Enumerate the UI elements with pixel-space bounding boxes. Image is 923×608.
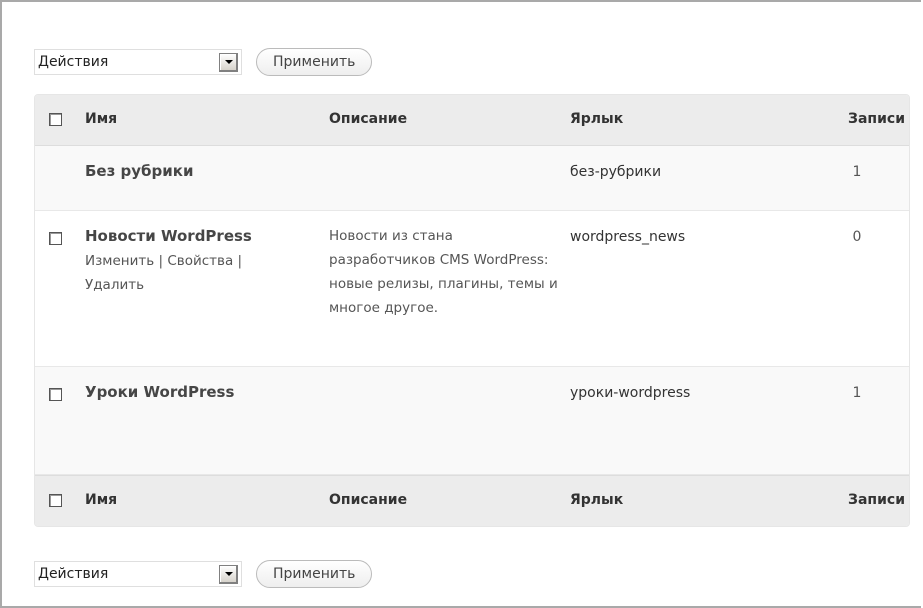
category-post-count[interactable]: 1: [827, 385, 887, 401]
table-row: Новости WordPress Изменить | Свойства | У…: [35, 211, 909, 367]
category-name-link[interactable]: Без рубрики: [85, 162, 193, 180]
bulk-actions-select-top[interactable]: Действия: [34, 49, 242, 75]
column-name-footer[interactable]: Имя: [85, 492, 117, 508]
row-checkbox[interactable]: [49, 232, 62, 245]
row-actions: Изменить | Свойства | Удалить: [85, 249, 305, 297]
table-header: Имя Описание Ярлык Записи: [35, 95, 909, 146]
chevron-down-icon[interactable]: [219, 52, 238, 72]
categories-panel: Действия Применить Имя Описание Ярлык За…: [0, 0, 921, 608]
row-checkbox[interactable]: [49, 388, 62, 401]
chevron-down-icon[interactable]: [219, 564, 238, 584]
category-slug: без-рубрики: [570, 164, 662, 180]
column-description-header[interactable]: Описание: [329, 111, 407, 127]
edit-link[interactable]: Изменить: [85, 253, 154, 269]
table-row: Уроки WordPress уроки-wordpress 1: [35, 367, 909, 475]
categories-table: Имя Описание Ярлык Записи Без рубрики бе…: [34, 94, 910, 527]
select-all-checkbox[interactable]: [49, 113, 62, 126]
category-slug: уроки-wordpress: [570, 385, 691, 401]
select-all-checkbox-footer[interactable]: [49, 494, 62, 507]
column-slug-footer[interactable]: Ярлык: [570, 492, 623, 508]
column-posts-header[interactable]: Записи: [805, 111, 905, 127]
bulk-actions-select-value: Действия: [38, 54, 109, 70]
row-actions-separator: |: [233, 253, 243, 269]
table-footer: Имя Описание Ярлык Записи: [35, 475, 909, 526]
column-slug-header[interactable]: Ярлык: [570, 111, 623, 127]
apply-button-bottom[interactable]: Применить: [256, 560, 373, 588]
category-post-count[interactable]: 1: [827, 164, 887, 180]
properties-link[interactable]: Свойства: [167, 253, 233, 269]
bulk-actions-bottom: Действия Применить: [34, 560, 373, 588]
row-actions-separator: |: [154, 253, 168, 269]
column-name-header[interactable]: Имя: [85, 111, 117, 127]
category-post-count[interactable]: 0: [827, 229, 887, 245]
category-description: Новости из стана разработчиков CMS WordP…: [329, 228, 558, 316]
category-name-link[interactable]: Уроки WordPress: [85, 383, 234, 401]
bulk-actions-select-value: Действия: [38, 566, 109, 582]
bulk-actions-select-bottom[interactable]: Действия: [34, 561, 242, 587]
apply-button-top[interactable]: Применить: [256, 48, 373, 76]
column-posts-footer[interactable]: Записи: [805, 492, 905, 508]
table-row: Без рубрики без-рубрики 1: [35, 146, 909, 211]
delete-link[interactable]: Удалить: [85, 277, 144, 293]
category-slug: wordpress_news: [570, 229, 686, 245]
bulk-actions-top: Действия Применить: [34, 48, 373, 76]
category-name-cell: Новости WordPress Изменить | Свойства | У…: [85, 227, 305, 297]
category-name-link[interactable]: Новости WordPress: [85, 227, 305, 245]
column-description-footer[interactable]: Описание: [329, 492, 407, 508]
